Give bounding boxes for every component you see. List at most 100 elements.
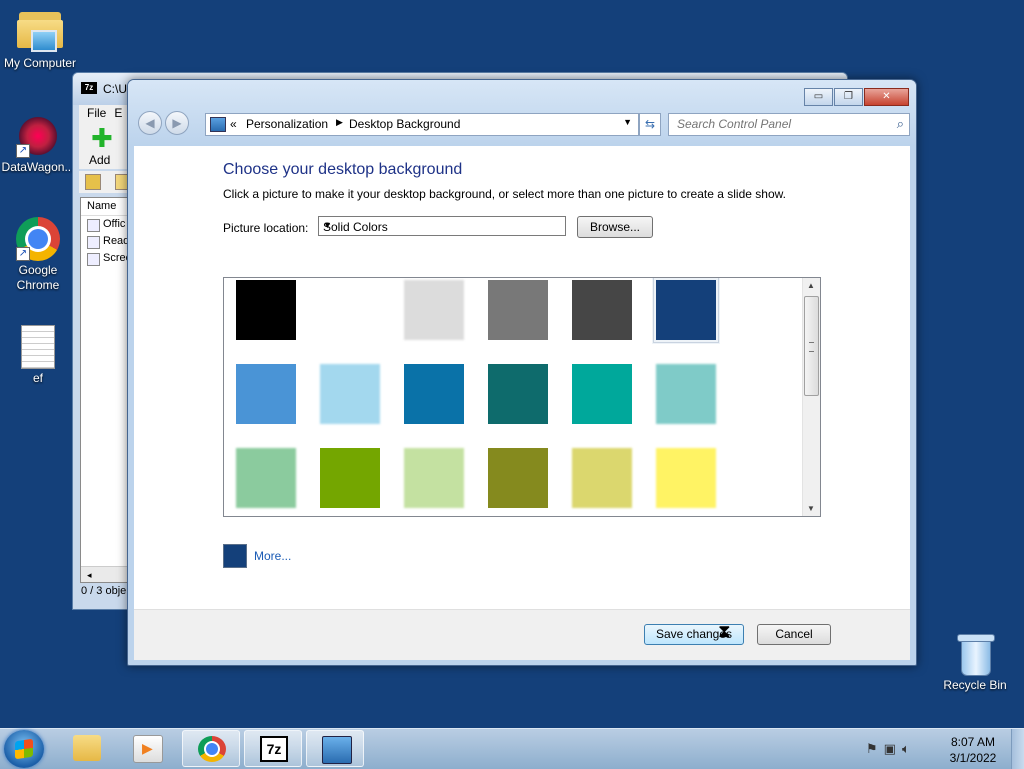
system-tray: ⚑▣🔈︎ (866, 741, 916, 757)
color-swatch[interactable] (656, 364, 716, 424)
page-description: Click a picture to make it your desktop … (223, 187, 786, 201)
taskbar-7zip[interactable]: 7z (244, 730, 302, 767)
show-desktop-button[interactable] (1011, 729, 1024, 769)
taskbar: 7z ⚑▣🔈︎ 8:07 AM 3/1/2022 (0, 728, 1024, 769)
forward-button[interactable]: ▶ (165, 111, 189, 135)
current-color-swatch[interactable] (223, 544, 247, 568)
color-swatch[interactable] (320, 364, 380, 424)
color-swatch[interactable] (236, 448, 296, 508)
chrome-icon (198, 736, 226, 762)
search-box[interactable]: ⌕ (668, 113, 910, 136)
desktop-background-window[interactable]: ▭ ❐ ✕ ◀ ▶ « Personalization ▶ Desktop Ba… (127, 79, 917, 666)
desktop-icon-datawagon[interactable]: ↗ DataWagon... (0, 114, 78, 175)
scrollbar-thumb[interactable] (804, 296, 819, 396)
action-center-flag-icon[interactable]: ⚑ (866, 741, 884, 756)
desktop-icon-label: DataWagon... (1, 160, 75, 174)
desktop-icon-ef[interactable]: ef (0, 325, 78, 386)
swatch-grid (236, 278, 719, 508)
refresh-icon: ⇆ (644, 117, 656, 131)
add-button-label[interactable]: Add (89, 153, 110, 167)
taskbar-control-panel[interactable] (306, 730, 364, 767)
picture-location-label: Picture location: (223, 221, 309, 235)
search-input[interactable] (675, 116, 879, 132)
maximize-button[interactable]: ❐ (834, 88, 863, 106)
color-swatch[interactable] (236, 364, 296, 424)
taskbar-explorer[interactable] (58, 730, 116, 767)
recycle-bin-icon (957, 632, 995, 676)
text-file-icon (21, 325, 55, 369)
datawagon-icon: ↗ (16, 114, 60, 158)
color-swatch[interactable] (488, 280, 548, 340)
up-folder-icon[interactable] (85, 174, 101, 190)
desktop-icon-label: Google Chrome (16, 263, 60, 292)
vertical-scrollbar[interactable]: ▲ ▼ (802, 278, 820, 516)
minimize-button[interactable]: ▭ (804, 88, 833, 106)
color-swatch[interactable] (488, 448, 548, 508)
browse-button[interactable]: Browse... (577, 216, 653, 238)
control-panel-icon (210, 117, 226, 132)
desktop-icon-label: My Computer (3, 56, 77, 70)
content-area: Choose your desktop background Click a p… (134, 146, 910, 609)
color-swatch[interactable] (320, 448, 380, 508)
address-bar[interactable]: « Personalization ▶ Desktop Background ▼ (205, 113, 639, 136)
taskbar-clock[interactable]: 8:07 AM 3/1/2022 (938, 734, 1008, 766)
taskbar-chrome[interactable] (182, 730, 240, 767)
network-icon[interactable]: ▣ (884, 741, 902, 756)
desktop-icon-google-chrome[interactable]: ↗ Google Chrome (0, 217, 78, 293)
color-swatch[interactable] (404, 280, 464, 340)
scroll-down-icon[interactable]: ▼ (807, 504, 815, 513)
chrome-icon: ↗ (16, 217, 60, 261)
taskbar-media-player[interactable] (118, 730, 176, 767)
windows-logo-icon (15, 738, 33, 760)
color-swatch[interactable] (404, 448, 464, 508)
computer-icon (17, 8, 63, 54)
refresh-button[interactable]: ⇆ (639, 113, 661, 136)
7zip-icon: 7z (260, 736, 288, 762)
color-swatch[interactable] (320, 280, 380, 340)
folder-icon (73, 735, 101, 761)
shortcut-arrow-icon: ↗ (16, 247, 30, 261)
page-title: Choose your desktop background (223, 161, 463, 178)
close-button[interactable]: ✕ (864, 88, 909, 106)
color-swatch[interactable] (653, 278, 719, 343)
cancel-button[interactable]: Cancel (757, 624, 831, 645)
breadcrumb-desktop-background[interactable]: Desktop Background (349, 117, 460, 131)
color-swatch[interactable] (656, 448, 716, 508)
address-dropdown-icon[interactable]: ▼ (623, 117, 632, 127)
scroll-up-icon[interactable]: ▲ (807, 281, 815, 290)
breadcrumb-separator-icon[interactable]: ▶ (336, 117, 343, 128)
bg-status-text: 0 / 3 obje (81, 585, 127, 597)
media-player-icon (133, 735, 163, 763)
dialog-footer: Save changes Cancel ⧗ (134, 609, 910, 660)
bg-window-title: C:\U (103, 82, 127, 96)
color-swatch[interactable] (488, 364, 548, 424)
7zip-app-icon: 7z (81, 82, 97, 94)
more-colors-link[interactable]: More... (254, 549, 291, 563)
add-icon[interactable]: ✚ (91, 125, 113, 151)
color-swatch[interactable] (236, 280, 296, 340)
search-icon[interactable]: ⌕ (897, 116, 904, 132)
desktop-icon-my-computer[interactable]: My Computer (0, 8, 80, 71)
start-button[interactable] (4, 730, 44, 768)
desktop-icon-recycle-bin[interactable]: Recycle Bin (935, 632, 1015, 693)
arrow-left-icon: ◀ (145, 116, 155, 130)
desktop-icon-label: Recycle Bin (943, 678, 1007, 692)
menu-edit[interactable]: E (114, 106, 122, 120)
color-swatch[interactable] (572, 448, 632, 508)
desktop-icon-label: ef (32, 371, 43, 385)
busy-cursor-icon: ⧗ (718, 621, 731, 641)
picture-location-select[interactable]: Solid Colors ▼ (318, 216, 566, 236)
arrow-right-icon: ▶ (172, 116, 182, 130)
clock-time: 8:07 AM (950, 735, 996, 749)
breadcrumb-overflow[interactable]: « (230, 117, 237, 131)
color-swatch[interactable] (404, 364, 464, 424)
shortcut-arrow-icon: ↗ (16, 144, 30, 158)
breadcrumb-personalization[interactable]: Personalization (246, 117, 328, 131)
volume-icon[interactable]: 🔈︎ (902, 741, 916, 756)
color-swatch[interactable] (572, 364, 632, 424)
color-swatch[interactable] (572, 280, 632, 340)
back-button[interactable]: ◀ (138, 111, 162, 135)
control-panel-icon (322, 736, 352, 764)
color-swatch-list[interactable]: ▲ ▼ (223, 277, 821, 517)
menu-file[interactable]: File (87, 106, 106, 120)
